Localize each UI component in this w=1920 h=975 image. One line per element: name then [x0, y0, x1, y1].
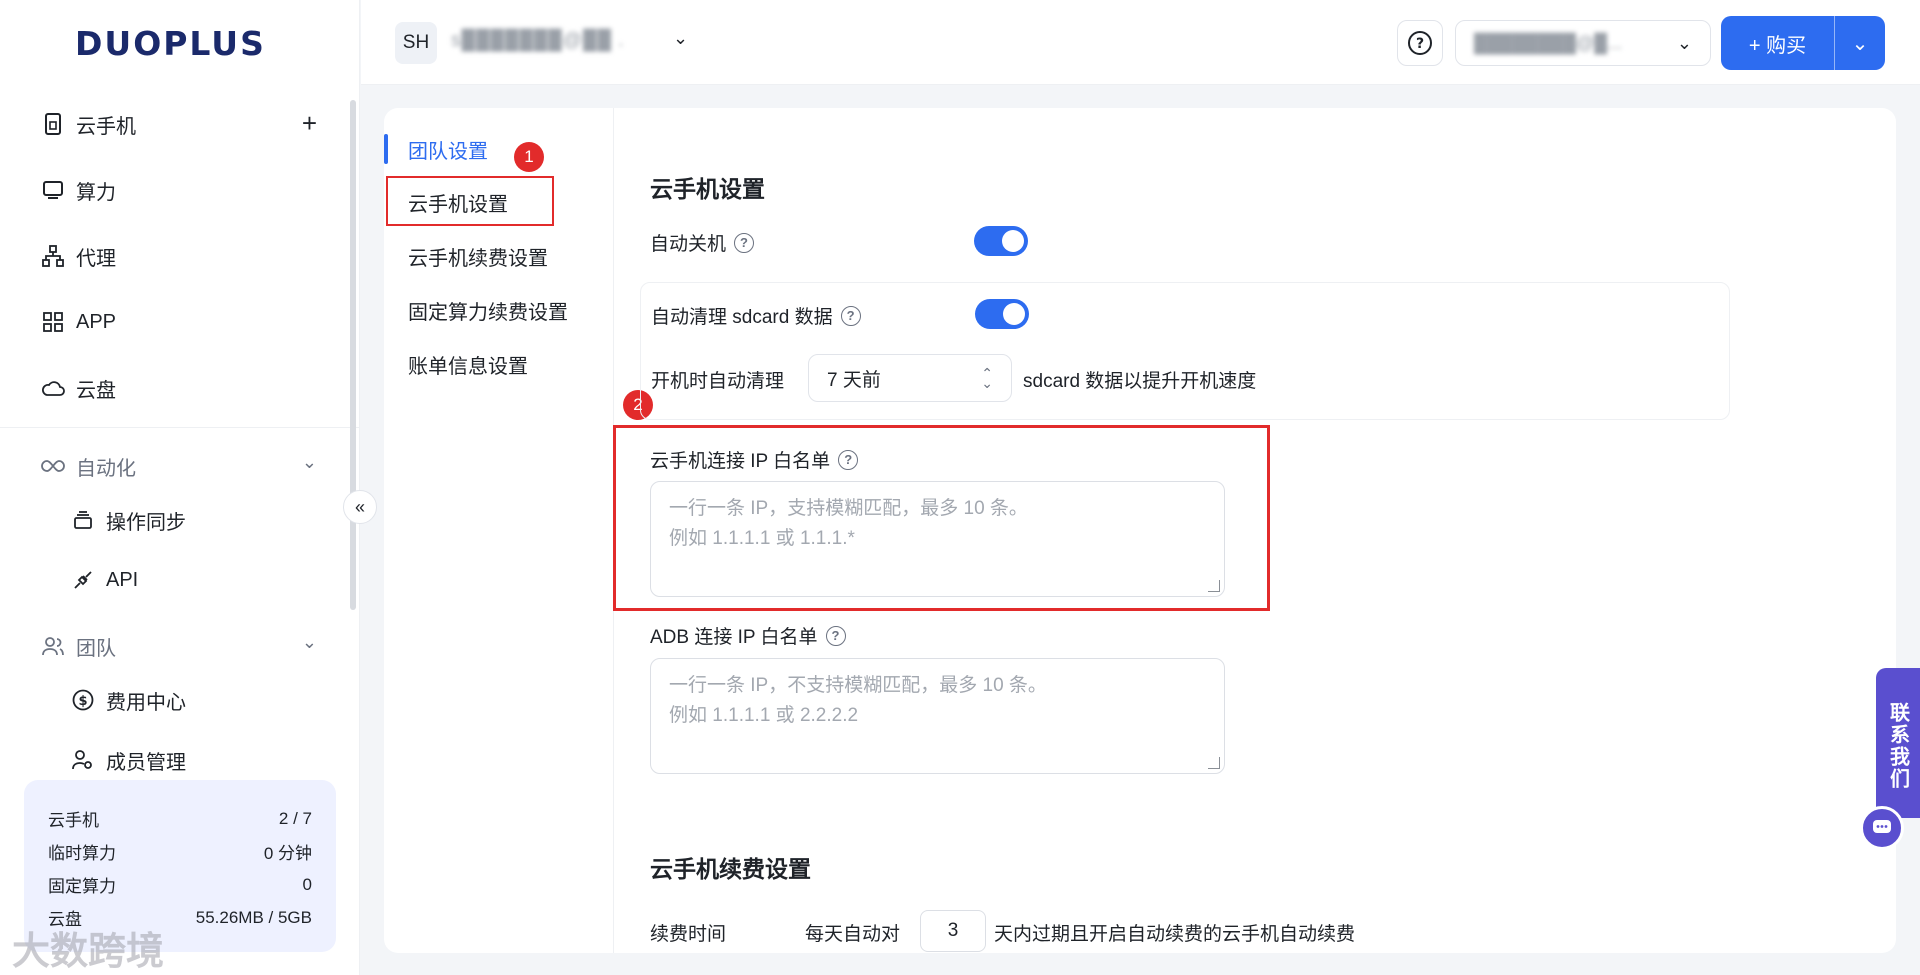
user-name: ████████@█...	[1474, 32, 1623, 53]
stat-row: 云手机 2 / 7	[48, 808, 312, 831]
annotation-badge-1: 1	[514, 142, 544, 172]
auto-clean-label: 自动清理 sdcard 数据?	[651, 302, 861, 329]
contact-us-tab[interactable]: 联系我们	[1876, 668, 1920, 818]
top-bar: SH s███████@██ . ⌄ ? ████████@█... ⌄ + 购…	[361, 0, 1920, 85]
chevron-down-icon[interactable]: ⌄	[673, 28, 688, 49]
settings-subnav: 团队设置 云手机设置 云手机续费设置 固定算力续费设置 账单信息设置	[384, 108, 614, 953]
svg-text:?: ?	[1416, 36, 1424, 52]
sidebar-group-label: 自动化	[76, 457, 136, 480]
help-icon: ?	[1408, 31, 1432, 55]
section-title: 云手机设置	[650, 176, 765, 202]
sidebar-item-label: 算力	[76, 181, 116, 204]
subnav-item-renewal-settings[interactable]: 云手机续费设置	[408, 238, 548, 274]
resize-handle[interactable]	[1208, 757, 1220, 769]
sidebar-item-members[interactable]: 成员管理	[70, 740, 186, 780]
clean-suffix: sdcard 数据以提升开机速度	[1023, 371, 1257, 392]
layers-icon	[70, 507, 96, 533]
question-icon[interactable]: ?	[838, 449, 859, 470]
plug-icon	[70, 567, 96, 593]
sidebar-item-label: APP	[76, 310, 117, 333]
dollar-icon: $	[70, 687, 96, 713]
chevron-down-icon: ⌄	[1676, 32, 1692, 53]
avatar[interactable]: SH	[395, 22, 437, 64]
sidebar-item-label: 代理	[76, 247, 116, 270]
buy-label[interactable]: + 购买	[1721, 16, 1835, 70]
sidebar-divider	[0, 427, 360, 428]
phone-icon	[40, 111, 66, 137]
sidebar-group-team[interactable]: 团队	[40, 626, 116, 666]
question-icon[interactable]: ?	[840, 305, 861, 326]
sidebar-item-proxy[interactable]: 代理	[40, 236, 116, 276]
chat-icon[interactable]	[1860, 806, 1904, 850]
add-phone-icon[interactable]: +	[302, 108, 317, 139]
adb-whitelist-label: ADB 连接 IP 白名单?	[650, 622, 846, 649]
renew-section-title: 云手机续费设置	[650, 856, 811, 882]
buy-button[interactable]: + 购买 ⌄	[1721, 16, 1885, 70]
renew-suffix: 天内过期且开启自动续费的云手机自动续费	[994, 924, 1356, 945]
svg-text:$: $	[78, 694, 87, 709]
annotation-box-1	[386, 176, 554, 226]
stat-row: 固定算力 0	[48, 874, 312, 897]
ip-whitelist-textarea[interactable]: 一行一条 IP，支持模糊匹配，最多 10 条。 例如 1.1.1.1 或 1.1…	[650, 481, 1225, 597]
sidebar-item-api[interactable]: API	[70, 560, 138, 600]
chevron-down-icon[interactable]: ⌄	[302, 452, 317, 473]
subnav-item-team-settings[interactable]: 团队设置	[408, 131, 488, 167]
resize-handle[interactable]	[1208, 580, 1220, 592]
auto-shutdown-toggle[interactable]	[974, 226, 1028, 256]
subnav-item-compute-renewal[interactable]: 固定算力续费设置	[408, 292, 568, 328]
infinity-icon	[40, 453, 66, 479]
active-indicator	[384, 134, 388, 164]
sidebar-item-label: API	[106, 568, 139, 591]
watermark: 大数跨境	[12, 931, 165, 973]
network-icon	[40, 243, 66, 269]
sidebar-group-label: 团队	[76, 637, 116, 660]
question-icon[interactable]: ?	[734, 232, 755, 253]
clean-days-select[interactable]: 7 天前 ⌃ ⌄	[808, 354, 1012, 402]
stat-row: 临时算力 0 分钟	[48, 844, 312, 863]
sidebar-item-label: 成员管理	[106, 751, 186, 774]
help-button[interactable]: ?	[1397, 20, 1443, 66]
auto-clean-toggle[interactable]	[975, 299, 1029, 329]
question-icon[interactable]: ?	[825, 625, 846, 646]
sidebar-item-compute[interactable]: 算力	[40, 170, 116, 210]
subnav-item-billing-info[interactable]: 账单信息设置	[408, 346, 528, 382]
monitor-icon	[40, 177, 66, 203]
users-icon	[40, 633, 66, 659]
collapse-sidebar-button[interactable]: «	[343, 490, 377, 524]
sidebar-item-label: 云盘	[76, 379, 116, 402]
renew-label: 续费时间	[650, 924, 727, 945]
adb-whitelist-textarea[interactable]: 一行一条 IP，不支持模糊匹配，最多 10 条。 例如 1.1.1.1 或 2.…	[650, 658, 1225, 774]
ip-whitelist-label: 云手机连接 IP 白名单?	[650, 446, 859, 473]
chevron-down-icon[interactable]: ⌄	[302, 632, 317, 653]
sidebar-item-label: 操作同步	[106, 511, 186, 534]
sidebar-item-sync[interactable]: 操作同步	[70, 500, 186, 540]
duoplus-logo[interactable]: DUOPLUS	[75, 24, 266, 63]
sidebar-item-label: 云手机	[76, 115, 136, 138]
sidebar-item-cloud-phone[interactable]: 云手机	[40, 104, 136, 144]
sidebar: DUOPLUS 云手机 + 算力 代理 APP 云盘 自动化 ⌄ 操作同步 AP…	[0, 0, 360, 975]
sidebar-item-label: 费用中心	[106, 691, 186, 714]
clean-prefix: 开机时自动清理	[651, 371, 785, 392]
sidebar-item-billing[interactable]: $ 费用中心	[70, 680, 186, 720]
user-gear-icon	[70, 747, 96, 773]
grid-icon	[40, 309, 66, 335]
account-name[interactable]: s███████@██ .	[451, 30, 625, 52]
cloud-icon	[40, 375, 66, 401]
auto-shutdown-label: 自动关机?	[650, 229, 755, 256]
user-select[interactable]: ████████@█... ⌄	[1455, 20, 1711, 66]
sidebar-group-automation[interactable]: 自动化	[40, 446, 136, 486]
sidebar-item-app[interactable]: APP	[40, 302, 116, 342]
updown-icon: ⌃ ⌄	[981, 365, 993, 391]
sidebar-item-cloud-disk[interactable]: 云盘	[40, 368, 116, 408]
renew-prefix: 每天自动对	[805, 924, 901, 945]
chevron-down-icon[interactable]: ⌄	[1835, 31, 1885, 56]
sidebar-scrollbar[interactable]	[350, 100, 356, 610]
renew-days-input[interactable]: 3	[920, 910, 986, 952]
